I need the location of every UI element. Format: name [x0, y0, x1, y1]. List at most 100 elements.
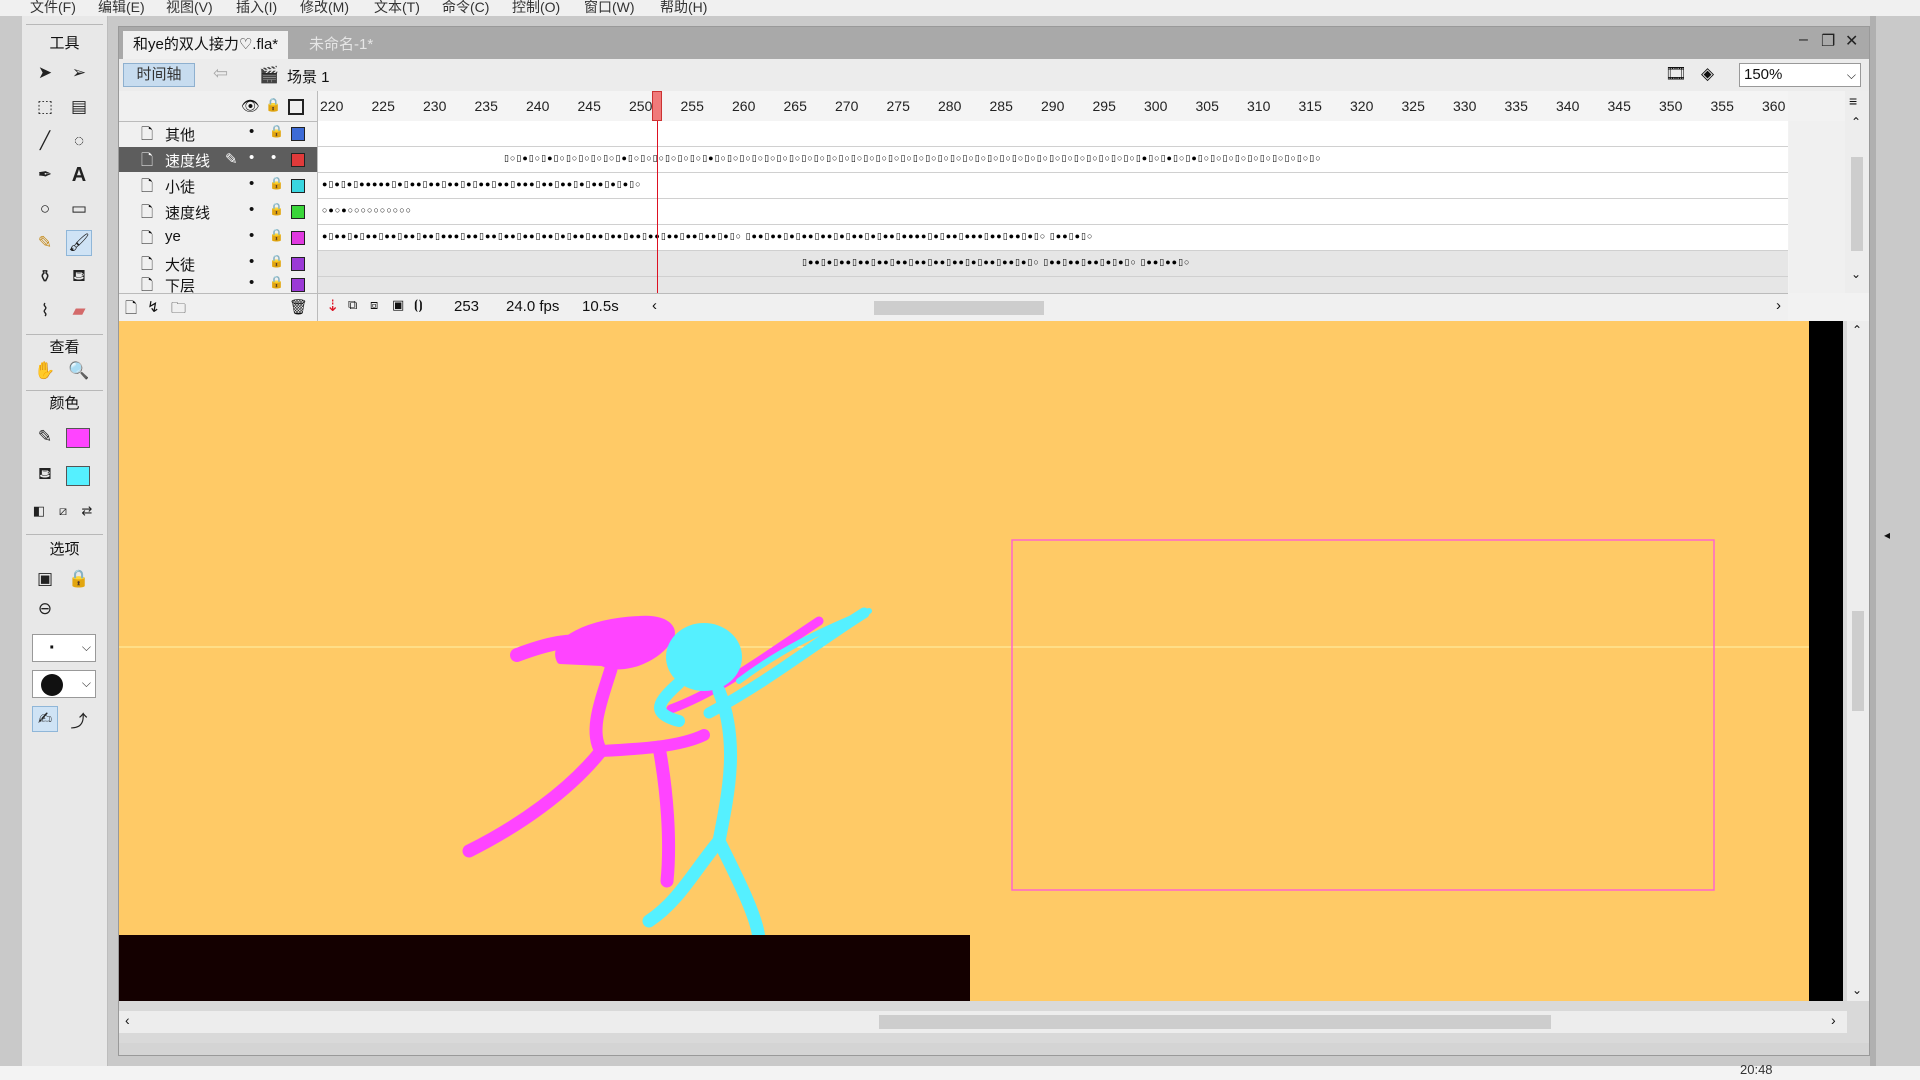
fill-color-swatch[interactable]	[66, 466, 90, 486]
lock-icon[interactable]: 🔒	[269, 275, 284, 289]
visibility-dot-icon[interactable]: •	[249, 175, 254, 192]
selection-arrow-icon[interactable]: ➤	[32, 60, 58, 86]
menu-insert[interactable]: 插入(I)	[236, 0, 277, 16]
layer-color-swatch[interactable]	[291, 179, 305, 193]
scroll-up-icon[interactable]: ⌃	[1851, 115, 1861, 129]
layer-color-swatch[interactable]	[291, 231, 305, 245]
arrow-left-icon[interactable]: ⇦	[213, 63, 228, 84]
edit-multiple-icon[interactable]: ▣	[392, 297, 404, 313]
edit-symbol-icon[interactable]: ◈	[1701, 64, 1714, 84]
frame-row[interactable]: ▯○▯●▯○▯●▯○▯○▯○▯○▯○▯●▯○▯○▯○▯○▯○▯○▯●▯○▯○▯○…	[318, 147, 1788, 173]
menu-file[interactable]: 文件(F)	[30, 0, 76, 16]
timeline-vscroll-thumb[interactable]	[1851, 157, 1863, 251]
pressure-icon[interactable]: ✍	[32, 706, 58, 732]
pencil-tool-icon[interactable]: ✎	[32, 230, 58, 256]
menu-text[interactable]: 文本(T)	[374, 0, 420, 16]
layer-row[interactable]: 🗋 ye • 🔒	[119, 225, 317, 250]
scroll-left-icon[interactable]: ‹	[652, 297, 657, 314]
scroll-down-icon[interactable]: ⌄	[1851, 267, 1861, 281]
menu-commands[interactable]: 命令(C)	[442, 0, 489, 16]
frame-row[interactable]	[318, 277, 1788, 294]
eyedropper-icon[interactable]: ⌇	[32, 298, 58, 324]
layer-row[interactable]: 🗋 速度线 • 🔒	[119, 199, 317, 224]
zoom-dropdown[interactable]: 150% ⌵	[1739, 63, 1861, 87]
timeline-toggle-button[interactable]: 时间轴	[123, 63, 195, 87]
object-drawing-icon[interactable]: ▣	[32, 566, 58, 592]
rectangle-tool-icon[interactable]: ▭	[66, 196, 92, 222]
no-color-icon[interactable]: ⧄	[50, 498, 76, 524]
swap-colors-icon[interactable]: ⇄	[74, 498, 100, 524]
visibility-dot-icon[interactable]: •	[249, 149, 254, 166]
scroll-left-icon[interactable]: ‹	[125, 1012, 130, 1028]
minimize-icon[interactable]: –	[1799, 31, 1808, 49]
menu-window[interactable]: 窗口(W)	[584, 0, 635, 16]
default-colors-icon[interactable]: ◧	[26, 498, 52, 524]
restore-icon[interactable]: ❐	[1821, 31, 1835, 51]
scroll-up-icon[interactable]: ⌃	[1852, 323, 1862, 337]
zoom-tool-icon[interactable]: 🔍	[66, 358, 92, 384]
stage-vscroll-thumb[interactable]	[1852, 611, 1864, 711]
menu-view[interactable]: 视图(V)	[166, 0, 213, 16]
brush-size-dropdown[interactable]: · ⌵	[32, 634, 96, 662]
subselection-arrow-icon[interactable]: ➢	[66, 60, 92, 86]
lock-icon[interactable]: 🔒	[269, 176, 284, 190]
pen-tool-icon[interactable]: ✒	[32, 162, 58, 188]
close-icon[interactable]: ✕	[1845, 31, 1858, 51]
stage-hscroll[interactable]: ‹ ›	[119, 1011, 1847, 1033]
scroll-right-icon[interactable]: ›	[1831, 1012, 1836, 1028]
ink-bottle-icon[interactable]: ⚱	[32, 264, 58, 290]
collapse-panel-icon[interactable]: ◂	[1884, 528, 1890, 542]
scroll-right-icon[interactable]: ›	[1776, 297, 1781, 314]
visibility-dot-icon[interactable]: •	[249, 274, 254, 291]
layer-row[interactable]: 🗋 下层 • 🔒	[119, 274, 317, 295]
line-tool-icon[interactable]: ╱	[32, 128, 58, 154]
free-transform-icon[interactable]: ⬚	[32, 94, 58, 120]
timeline-menu-icon[interactable]: ≡	[1849, 93, 1857, 109]
outline-icon[interactable]	[288, 99, 304, 115]
playhead-marker[interactable]	[652, 91, 662, 121]
lock-icon[interactable]: 🔒	[269, 124, 284, 138]
menu-control[interactable]: 控制(O)	[512, 0, 560, 16]
onion-skin-icon[interactable]: ⧉	[348, 297, 357, 313]
stage-canvas[interactable]	[119, 321, 1809, 1001]
oval-tool-icon[interactable]: ○	[32, 196, 58, 222]
stroke-color-swatch[interactable]	[66, 428, 90, 448]
tilt-icon[interactable]: ⤴	[66, 706, 92, 732]
hand-tool-icon[interactable]: ✋	[32, 358, 58, 384]
edit-scene-icon[interactable]: 🎞	[1665, 64, 1687, 84]
scroll-down-icon[interactable]: ⌄	[1852, 983, 1862, 997]
motion-guide-icon[interactable]: ↯	[147, 298, 160, 316]
new-folder-icon[interactable]: 🗀	[171, 298, 186, 323]
frame-row[interactable]: ○●○●○○○○○○○○○○	[318, 199, 1788, 225]
visibility-dot-icon[interactable]: •	[249, 253, 254, 270]
eraser-icon[interactable]: ▰	[66, 298, 92, 324]
lock-icon[interactable]: 🔒	[265, 97, 281, 113]
stage-vscroll[interactable]: ⌃ ⌄	[1847, 321, 1869, 1001]
menu-edit[interactable]: 编辑(E)	[98, 0, 145, 16]
menu-help[interactable]: 帮助(H)	[660, 0, 707, 16]
layer-color-swatch[interactable]	[291, 153, 305, 167]
tab-document-active[interactable]: 和ye的双人接力♡.fla*	[123, 31, 289, 59]
scene-label[interactable]: 场景 1	[287, 66, 330, 87]
fill-transform-icon[interactable]: ▤	[66, 94, 92, 120]
selection-rectangle[interactable]	[1011, 539, 1715, 891]
lock-icon[interactable]: 🔒	[269, 254, 284, 268]
eye-icon[interactable]: 👁	[241, 97, 260, 115]
text-tool-icon[interactable]: A	[66, 162, 92, 188]
frame-row[interactable]: ▯●●▯●▯●●▯●●▯●●▯●●▯●●▯●●▯●●▯●▯●●▯●●▯●▯○ ▯…	[318, 251, 1788, 277]
layer-color-swatch[interactable]	[291, 205, 305, 219]
layer-color-swatch[interactable]	[291, 127, 305, 141]
frame-row[interactable]: ●▯●▯●▯●●●●●▯●▯●●▯●●▯●●▯●▯●●▯●●▯●●●▯●●▯●●…	[318, 173, 1788, 199]
frames-grid[interactable]: 220 225 230 235 240 245 250 255 260 265 270 275 280 2…	[318, 91, 1788, 321]
lock-icon[interactable]: 🔒	[269, 228, 284, 242]
paint-bucket-icon[interactable]: ⛾	[66, 264, 92, 290]
frame-ruler[interactable]: 220 225 230 235 240 245 250 255 260 265 270 275 280 2…	[318, 91, 1788, 122]
frame-rate[interactable]: 24.0 fps	[506, 298, 559, 315]
new-layer-icon[interactable]: 🗋	[125, 298, 137, 323]
frame-row[interactable]: ●▯●●▯●▯●●▯●●▯●●▯●●▯●●●▯●●▯●●▯●●▯●●▯●●▯●▯…	[318, 225, 1788, 251]
layer-row[interactable]: 🗋 其他 • 🔒	[119, 121, 317, 146]
lock-icon[interactable]: 🔒	[269, 202, 284, 216]
layer-row-selected[interactable]: 🗋 速度线 ✎ • •	[119, 147, 317, 172]
visibility-dot-icon[interactable]: •	[249, 201, 254, 218]
onion-markers-icon[interactable]: ⦗⦘	[414, 297, 423, 313]
